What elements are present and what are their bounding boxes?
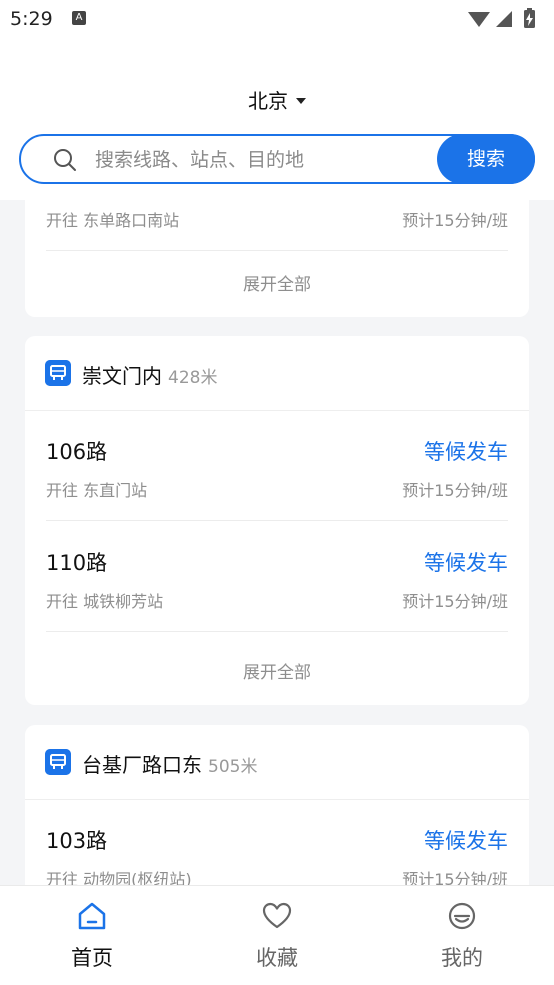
route-frequency: 预计15分钟/班 — [402, 592, 508, 611]
profile-icon — [448, 902, 476, 930]
city-selector[interactable]: 北京 — [0, 85, 554, 114]
route-row[interactable]: 106路 等候发车 开往 东直门站 预计15分钟/班 — [46, 410, 508, 521]
search-input[interactable] — [95, 146, 425, 174]
route-status: 等候发车 — [424, 829, 508, 853]
stop-distance: 505米 — [208, 757, 258, 777]
nav-favorites-label: 收藏 — [256, 946, 298, 970]
stop-name-text: 台基厂路口东 — [82, 753, 202, 777]
stop-name: 崇文门内 428米 — [82, 360, 217, 389]
route-row[interactable]: 110路 等候发车 开往 城铁柳芳站 预计15分钟/班 — [46, 521, 508, 632]
stop-name: 台基厂路口东 505米 — [82, 749, 257, 778]
search-bar: 搜索 — [19, 134, 535, 184]
bus-stop-icon — [45, 360, 71, 386]
header: 北京 搜索 — [0, 40, 554, 200]
stop-distance: 428米 — [168, 368, 218, 388]
stop-name-text: 崇文门内 — [82, 364, 162, 388]
stop-header[interactable]: 崇文门内 428米 — [25, 336, 529, 411]
route-name: 103路 — [46, 829, 108, 853]
search-button[interactable]: 搜索 — [437, 134, 535, 184]
expand-all-button[interactable]: 展开全部 — [25, 658, 529, 683]
status-bar: 5:29 A — [0, 0, 554, 40]
city-label: 北京 — [248, 89, 288, 113]
route-destination: 开往 城铁柳芳站 — [46, 592, 164, 611]
caret-down-icon — [296, 97, 306, 104]
search-icon — [54, 149, 76, 171]
route-destination: 开往 东直门站 — [46, 481, 148, 500]
route-destination: 开往 东单路口南站 — [46, 211, 180, 230]
home-icon — [78, 902, 106, 930]
notification-a-icon: A — [72, 11, 86, 25]
expand-all-button[interactable]: 展开全部 — [25, 270, 529, 295]
nav-home[interactable]: 首页 — [0, 886, 184, 985]
status-time: 5:29 — [10, 8, 53, 30]
nav-profile[interactable]: 我的 — [370, 886, 554, 985]
route-status: 等候发车 — [424, 440, 508, 464]
route-frequency: 预计15分钟/班 — [402, 211, 508, 230]
bus-stop-icon — [45, 749, 71, 775]
route-frequency: 预计15分钟/班 — [402, 481, 508, 500]
stop-card: 台基厂路口东 505米 103路 等候发车 开往 动物园(枢纽站) 预计15分钟/… — [25, 725, 529, 905]
nav-home-label: 首页 — [71, 946, 113, 970]
nav-profile-label: 我的 — [441, 946, 483, 970]
route-status: 等候发车 — [424, 551, 508, 575]
route-name: 106路 — [46, 440, 108, 464]
stop-header[interactable]: 台基厂路口东 505米 — [25, 725, 529, 800]
route-name: 110路 — [46, 551, 108, 575]
stop-card: 崇文门内 428米 106路 等候发车 开往 东直门站 预计15分钟/班 110路… — [25, 336, 529, 705]
nav-favorites[interactable]: 收藏 — [185, 886, 369, 985]
heart-icon — [262, 902, 292, 929]
signal-battery-icon — [468, 8, 535, 28]
bottom-nav: 首页 收藏 我的 — [0, 885, 554, 985]
